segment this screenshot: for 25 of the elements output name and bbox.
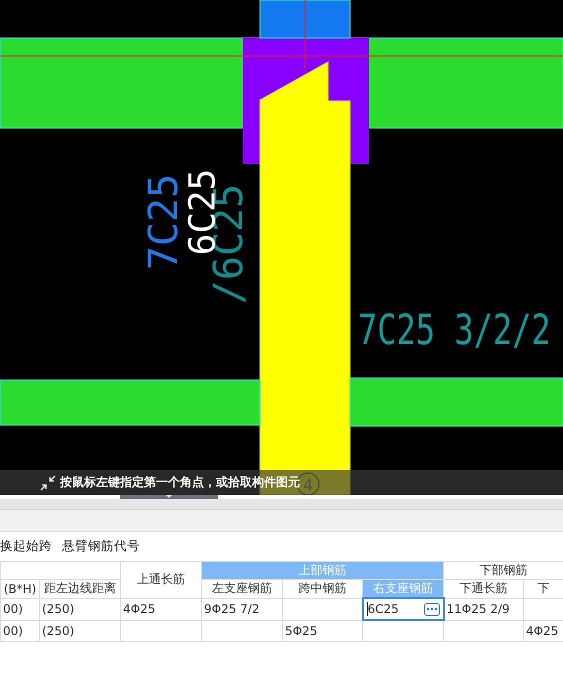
table-cell: 9Φ25 7/2 bbox=[204, 602, 260, 616]
column-header[interactable]: 距左边线距离 bbox=[40, 580, 120, 598]
table-cell: (250) bbox=[42, 624, 74, 638]
table-cell: 00) bbox=[3, 624, 23, 638]
table-cell: (250) bbox=[42, 602, 74, 616]
column-header[interactable]: 下通长筋 bbox=[444, 580, 524, 598]
table-cell: 4Φ25 bbox=[526, 624, 558, 638]
more-icon bbox=[426, 607, 438, 611]
toolbar-button[interactable]: 悬臂钢筋代号 bbox=[62, 538, 140, 555]
table-cell: 00) bbox=[3, 602, 23, 616]
column-header[interactable]: 下 bbox=[524, 580, 563, 598]
collapse-icon[interactable] bbox=[40, 474, 56, 490]
table-cell: 5Φ25 bbox=[285, 624, 318, 638]
rebar-annotation: 7C25 bbox=[141, 174, 187, 270]
table-cell: 4Φ25 bbox=[123, 602, 156, 616]
table-cell: 11Φ25 2/9 bbox=[446, 602, 510, 616]
rebar-input[interactable]: 6C25 bbox=[362, 598, 444, 620]
rebar-annotation: 7C25 3/2/2 bbox=[358, 306, 551, 354]
toolbar-button[interactable]: 换起始跨 bbox=[0, 538, 52, 555]
browse-button[interactable] bbox=[424, 602, 440, 616]
column-header[interactable]: (B*H) bbox=[0, 580, 40, 598]
column-header[interactable]: 左支座钢筋 bbox=[202, 580, 282, 598]
column-header[interactable]: 上通长筋 bbox=[120, 562, 202, 598]
group-header[interactable]: 下部钢筋 bbox=[444, 562, 563, 580]
column-header[interactable]: 跨中钢筋 bbox=[282, 580, 362, 598]
